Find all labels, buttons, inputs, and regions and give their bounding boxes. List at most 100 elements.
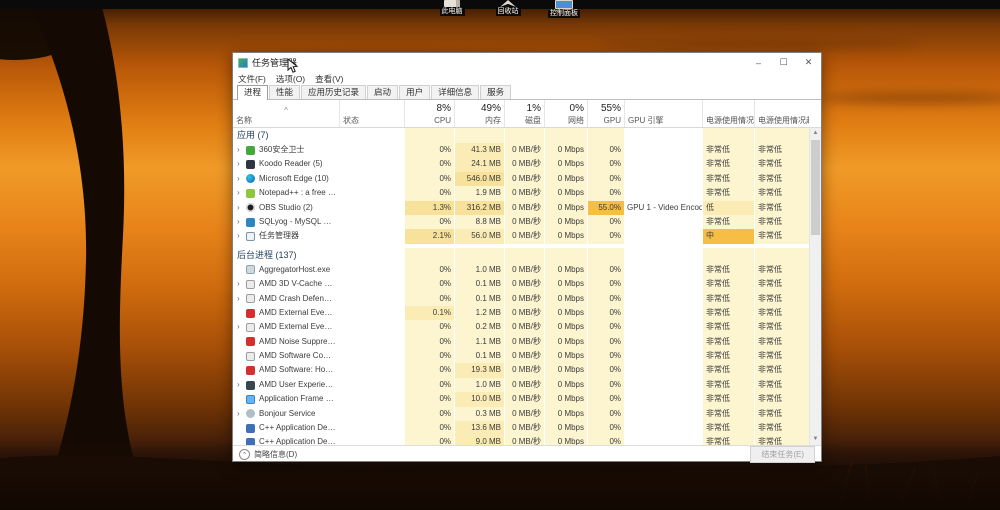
cpu-cell: 0% bbox=[404, 407, 454, 421]
process-row[interactable]: ›AMD Crash Defender Service0%0.1 MB0 MB/… bbox=[233, 292, 809, 306]
process-row[interactable]: ›任务管理器2.1%56.0 MB0 MB/秒0 Mbps0%中非常低 bbox=[233, 229, 809, 243]
expand-chevron-icon[interactable]: › bbox=[237, 186, 246, 200]
menu-file[interactable]: 文件(F) bbox=[238, 73, 266, 85]
disk-cell: 0 MB/秒 bbox=[504, 229, 544, 243]
column-header-name[interactable]: ^ 名称 bbox=[233, 100, 339, 127]
process-row[interactable]: ›Notepad++ : a free (GNU) so...0%1.9 MB0… bbox=[233, 186, 809, 200]
close-button[interactable]: ✕ bbox=[796, 53, 821, 72]
amd-dark-icon bbox=[246, 381, 255, 390]
cube-icon bbox=[444, 0, 460, 7]
column-header-disk[interactable]: 1% 磁盘 bbox=[504, 100, 544, 127]
gpu-cell: 0% bbox=[587, 292, 624, 306]
column-header-power[interactable]: 电源使用情况 bbox=[702, 100, 754, 127]
menu-options[interactable]: 选项(O) bbox=[276, 73, 305, 85]
minimize-button[interactable]: – bbox=[746, 53, 771, 72]
process-row[interactable]: ›AMD External Events Service...0%0.2 MB0… bbox=[233, 320, 809, 334]
process-row[interactable]: ›AMD User Experience Progr...0%1.0 MB0 M… bbox=[233, 378, 809, 392]
amd-red-icon bbox=[246, 337, 255, 346]
disk-cell: 0 MB/秒 bbox=[504, 407, 544, 421]
maximize-button[interactable]: ☐ bbox=[771, 53, 796, 72]
tab-performance[interactable]: 性能 bbox=[269, 85, 300, 99]
gpu-cell: 0% bbox=[587, 263, 624, 277]
end-task-button[interactable]: 结束任务(E) bbox=[750, 446, 815, 463]
power-cell: 非常低 bbox=[702, 172, 754, 186]
tab-users[interactable]: 用户 bbox=[399, 85, 430, 99]
process-row[interactable]: Application Frame Host0%10.0 MB0 MB/秒0 M… bbox=[233, 392, 809, 406]
process-row[interactable]: ›OBS Studio (2)1.3%316.2 MB0 MB/秒0 Mbps5… bbox=[233, 201, 809, 215]
status-cell bbox=[339, 335, 404, 349]
disk-cell: 0 MB/秒 bbox=[504, 292, 544, 306]
process-row[interactable]: ›360安全卫士0%41.3 MB0 MB/秒0 Mbps0%非常低非常低 bbox=[233, 143, 809, 157]
expand-chevron-icon[interactable]: › bbox=[237, 320, 246, 334]
desktop-icon-control-panel[interactable]: 控制面板 bbox=[544, 0, 584, 18]
desktop-icons: 此电脑 回收站 控制面板 bbox=[432, 0, 584, 18]
expand-chevron-icon[interactable]: › bbox=[237, 378, 246, 392]
power-cell: 非常低 bbox=[702, 407, 754, 421]
scroll-down-arrow[interactable]: ▼ bbox=[810, 434, 821, 445]
column-header-gpu[interactable]: 55% GPU bbox=[587, 100, 624, 127]
tab-details[interactable]: 详细信息 bbox=[431, 85, 479, 99]
status-cell bbox=[339, 172, 404, 186]
gpu-cell: 0% bbox=[587, 186, 624, 200]
process-row[interactable]: AMD External Events Client...0.1%1.2 MB0… bbox=[233, 306, 809, 320]
column-header-network[interactable]: 0% 网络 bbox=[544, 100, 587, 127]
process-row[interactable]: ›Koodo Reader (5)0%24.1 MB0 MB/秒0 Mbps0%… bbox=[233, 157, 809, 171]
group-header-row[interactable]: 后台进程 (137) bbox=[233, 248, 809, 263]
status-cell bbox=[339, 277, 404, 291]
process-row[interactable]: ›Bonjour Service0%0.3 MB0 MB/秒0 Mbps0%非常… bbox=[233, 407, 809, 421]
trend-cell: 非常低 bbox=[754, 407, 809, 421]
process-row[interactable]: ›SQLyog - MySQL GUI - 64 bit0%8.8 MB0 MB… bbox=[233, 215, 809, 229]
gpu-cell: 0% bbox=[587, 143, 624, 157]
tab-app-history[interactable]: 应用历史记录 bbox=[301, 85, 366, 99]
expand-chevron-icon[interactable]: › bbox=[237, 292, 246, 306]
tab-processes[interactable]: 进程 bbox=[237, 85, 268, 100]
column-header-gpu-engine[interactable]: GPU 引擎 bbox=[624, 100, 702, 127]
expand-chevron-icon[interactable]: › bbox=[237, 157, 246, 171]
column-header-power-trend[interactable]: 电源使用情况趋... bbox=[754, 100, 809, 127]
status-cell bbox=[339, 292, 404, 306]
cpu-cell: 0% bbox=[404, 215, 454, 229]
disk-cell: 0 MB/秒 bbox=[504, 378, 544, 392]
process-row[interactable]: AMD Software Command Line...0%0.1 MB0 MB… bbox=[233, 349, 809, 363]
cpu-cell: 0% bbox=[404, 172, 454, 186]
process-row[interactable]: AMD Software: Host Applica...0%19.3 MB0 … bbox=[233, 363, 809, 377]
process-row[interactable]: AMD Noise Suppression0%1.1 MB0 MB/秒0 Mbp… bbox=[233, 335, 809, 349]
fewer-details-toggle[interactable]: ⌃ 简略信息(D) bbox=[239, 449, 297, 460]
desktop-icon-this-pc[interactable]: 此电脑 bbox=[432, 0, 472, 18]
menu-view[interactable]: 查看(V) bbox=[315, 73, 343, 85]
process-row[interactable]: AggregatorHost.exe0%1.0 MB0 MB/秒0 Mbps0%… bbox=[233, 263, 809, 277]
mem-cell: 13.6 MB bbox=[454, 421, 504, 435]
amd-red-icon bbox=[246, 366, 255, 375]
process-row[interactable]: C++ Application Developme...0%13.6 MB0 M… bbox=[233, 421, 809, 435]
process-name-cell: ›Koodo Reader (5) bbox=[233, 157, 339, 171]
trend-cell: 非常低 bbox=[754, 349, 809, 363]
process-row[interactable]: ›AMD 3D V-Cache Performan...0%0.1 MB0 MB… bbox=[233, 277, 809, 291]
expand-chevron-icon[interactable]: › bbox=[237, 143, 246, 157]
expand-chevron-icon[interactable]: › bbox=[237, 215, 246, 229]
expand-chevron-icon[interactable]: › bbox=[237, 201, 246, 215]
titlebar[interactable]: 任务管理器 – ☐ ✕ bbox=[233, 53, 821, 72]
disk-cell: 0 MB/秒 bbox=[504, 335, 544, 349]
net-cell: 0 Mbps bbox=[544, 229, 587, 243]
column-header-memory[interactable]: 49% 内存 bbox=[454, 100, 504, 127]
tab-services[interactable]: 服务 bbox=[480, 85, 511, 99]
expand-chevron-icon[interactable]: › bbox=[237, 277, 246, 291]
cpu-cell: 2.1% bbox=[404, 229, 454, 243]
scroll-up-arrow[interactable]: ▲ bbox=[810, 128, 821, 139]
tab-startup[interactable]: 启动 bbox=[367, 85, 398, 99]
disk-cell: 0 MB/秒 bbox=[504, 349, 544, 363]
column-header-cpu[interactable]: 8% CPU bbox=[404, 100, 454, 127]
vertical-scrollbar[interactable]: ▲ ▼ bbox=[809, 128, 821, 445]
process-row[interactable]: C++ Application Developme...0%9.0 MB0 MB… bbox=[233, 435, 809, 445]
expand-chevron-icon[interactable]: › bbox=[237, 172, 246, 186]
scrollbar-thumb[interactable] bbox=[811, 140, 820, 235]
expand-chevron-icon[interactable]: › bbox=[237, 407, 246, 421]
process-row[interactable]: ›Microsoft Edge (10)0%546.0 MB0 MB/秒0 Mb… bbox=[233, 172, 809, 186]
expand-chevron-icon[interactable]: › bbox=[237, 229, 246, 243]
power-cell: 非常低 bbox=[702, 363, 754, 377]
net-cell: 0 Mbps bbox=[544, 435, 587, 445]
power-cell: 非常低 bbox=[702, 292, 754, 306]
column-header-status[interactable]: 状态 bbox=[339, 100, 404, 127]
group-header-row[interactable]: 应用 (7) bbox=[233, 128, 809, 143]
desktop-icon-recycle-bin[interactable]: 回收站 bbox=[488, 0, 528, 18]
